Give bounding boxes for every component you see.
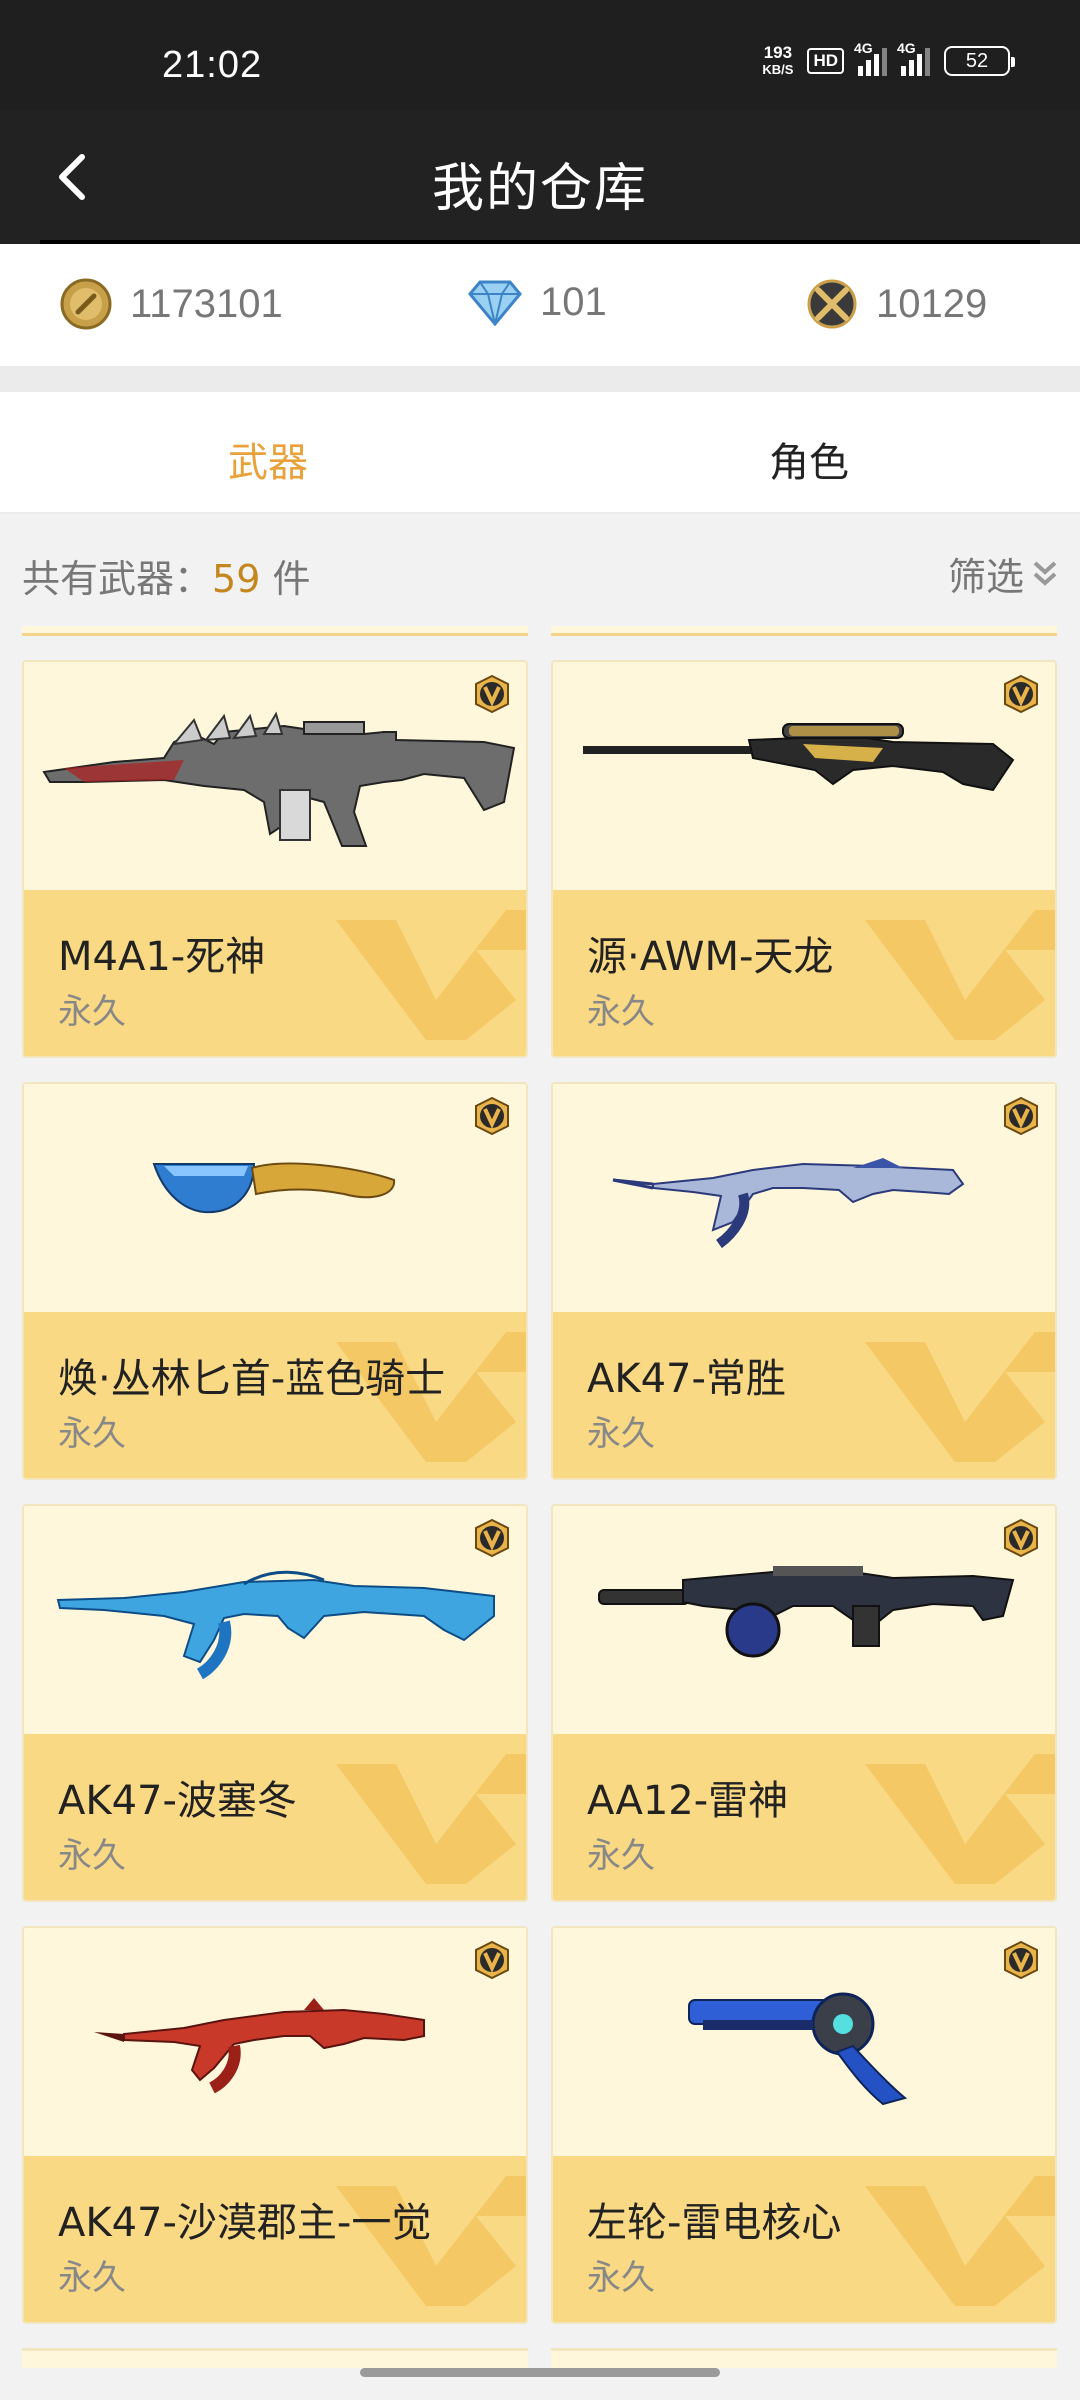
- diamond-icon: [468, 280, 522, 326]
- status-icons: 193 KB/S HD 4G 4G 52: [762, 40, 1015, 78]
- weapon-duration: 永久: [58, 1836, 126, 1876]
- signal-label-2: 4G: [897, 40, 916, 56]
- cf-logo-watermark: [865, 910, 1055, 1040]
- crossed-swords-icon: [807, 279, 857, 329]
- sniper-rifle-image: [583, 723, 1015, 792]
- revolver-image: [688, 1992, 908, 2106]
- filter-label: 筛选: [947, 555, 1024, 599]
- weapon-name: AK47-波塞冬: [58, 1778, 297, 1824]
- cf-logo-watermark: [865, 1332, 1055, 1462]
- v-badge-icon: [1004, 1096, 1038, 1136]
- weapon-count-suffix: 件: [260, 557, 311, 601]
- tab-weapons[interactable]: 武器: [228, 430, 308, 488]
- cf-logo-watermark: [336, 910, 526, 1040]
- v-badge-icon: [1004, 1518, 1038, 1558]
- points-amount: 10129: [876, 281, 988, 326]
- points-currency: 10129: [806, 278, 987, 330]
- shotgun-image: [598, 1566, 1015, 1658]
- card-peek: [22, 626, 528, 636]
- diamond-amount: 101: [540, 279, 607, 324]
- tab-characters[interactable]: 角色: [769, 430, 849, 488]
- weapon-card[interactable]: AK47-波塞冬 永久: [22, 1504, 528, 1902]
- signal-label: 4G: [854, 40, 873, 56]
- weapon-list[interactable]: M4A1-死神 永久 源·AWM-天龙 永久 焕·丛林匕首-蓝色骑士 永久 AK…: [0, 626, 1080, 2400]
- v-badge-icon: [1004, 674, 1038, 714]
- gold-currency: 1173101: [60, 278, 283, 330]
- network-speed-value: 193: [763, 43, 793, 62]
- rifle-image: [612, 1158, 965, 1249]
- inventory-summary: 共有武器：59 件 筛选: [0, 516, 1080, 626]
- weapon-card[interactable]: AK47-常胜 永久: [551, 1082, 1057, 1480]
- gold-amount: 1173101: [130, 281, 283, 326]
- v-badge-icon: [1004, 1940, 1038, 1980]
- weapon-count-prefix: 共有武器：: [22, 557, 213, 601]
- card-peek: [22, 2348, 528, 2368]
- cf-logo-watermark: [336, 1754, 526, 1884]
- page-title: 我的仓库: [431, 159, 648, 219]
- home-indicator[interactable]: [360, 2368, 720, 2377]
- weapon-name: AK47-沙漠郡主-一觉: [58, 2200, 432, 2246]
- network-speed-unit: KB/S: [762, 62, 794, 77]
- cf-logo-watermark: [865, 1754, 1055, 1884]
- weapon-card[interactable]: 焕·丛林匕首-蓝色骑士 永久: [22, 1082, 528, 1480]
- signal-icon-2: 4G: [897, 40, 930, 76]
- filter-button[interactable]: 筛选: [948, 546, 1060, 601]
- weapon-duration: 永久: [58, 1414, 126, 1454]
- weapon-duration: 永久: [587, 1836, 655, 1876]
- v-badge-icon: [475, 1096, 509, 1136]
- rifle-image: [94, 1998, 425, 2094]
- v-badge-icon: [475, 1940, 509, 1980]
- weapon-name: 左轮-雷电核心: [587, 2200, 842, 2246]
- weapon-card[interactable]: 源·AWM-天龙 永久: [551, 660, 1057, 1058]
- weapon-duration: 永久: [58, 992, 126, 1032]
- weapon-count: 59: [212, 557, 261, 601]
- signal-icon: 4G: [854, 40, 887, 76]
- diamond-currency: 101: [468, 278, 607, 326]
- card-peek: [551, 626, 1057, 636]
- double-chevron-down-icon: [1033, 561, 1057, 586]
- weapon-name: 焕·丛林匕首-蓝色骑士: [58, 1356, 446, 1402]
- currency-bar: 1173101 101 10129: [0, 244, 1080, 366]
- v-badge-icon: [475, 1518, 509, 1558]
- hd-icon: HD: [807, 48, 844, 74]
- weapon-duration: 永久: [58, 2258, 126, 2298]
- knife-image: [152, 1162, 396, 1214]
- weapon-duration: 永久: [587, 1414, 655, 1454]
- rifle-image: [42, 711, 516, 847]
- weapon-name: AK47-常胜: [587, 1356, 786, 1402]
- weapon-card[interactable]: M4A1-死神 永久: [22, 660, 528, 1058]
- weapon-name: AA12-雷神: [587, 1778, 789, 1824]
- weapon-duration: 永久: [587, 2258, 655, 2298]
- weapon-name: 源·AWM-天龙: [587, 934, 834, 980]
- weapon-duration: 永久: [587, 992, 655, 1032]
- section-divider: [0, 366, 1080, 392]
- weapon-count-label: 共有武器：59 件: [22, 548, 310, 603]
- gold-coin-icon: [60, 278, 112, 330]
- status-bar: 21:02 193 KB/S HD 4G 4G 52: [0, 0, 1080, 110]
- weapon-name: M4A1-死神: [58, 934, 266, 980]
- network-speed: 193 KB/S: [762, 44, 793, 78]
- card-peek: [551, 2348, 1057, 2368]
- battery-icon: 52: [944, 46, 1015, 76]
- weapon-card[interactable]: AA12-雷神 永久: [551, 1504, 1057, 1902]
- rifle-image: [56, 1570, 495, 1680]
- v-badge-icon: [475, 674, 509, 714]
- weapon-card[interactable]: AK47-沙漠郡主-一觉 永久: [22, 1926, 528, 2324]
- nav-bar: 我的仓库: [0, 110, 1080, 244]
- weapon-card[interactable]: 左轮-雷电核心 永久: [551, 1926, 1057, 2324]
- cf-logo-watermark: [865, 2176, 1055, 2306]
- status-time: 21:02: [162, 44, 263, 86]
- tab-bar: 武器 角色: [0, 392, 1080, 514]
